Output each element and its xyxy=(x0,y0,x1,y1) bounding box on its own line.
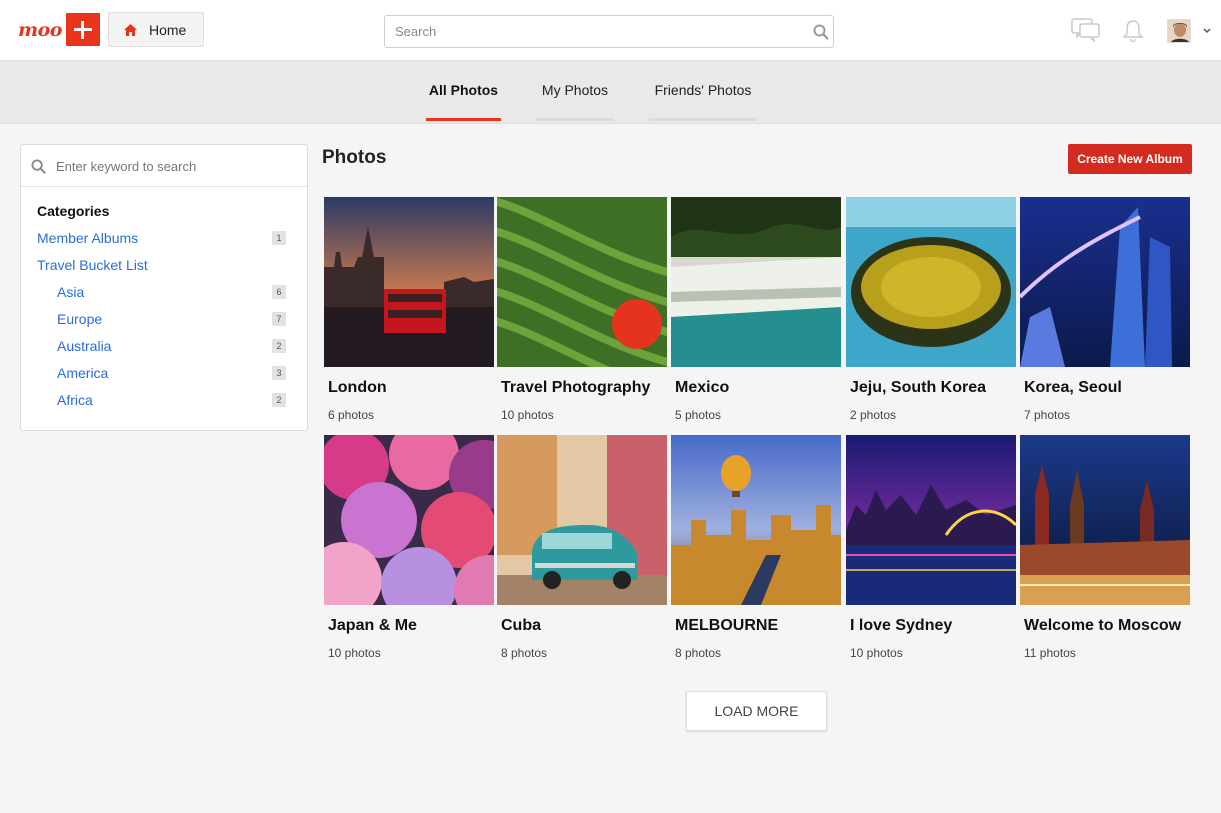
load-more-button[interactable]: LOAD MORE xyxy=(686,691,827,731)
category-member-albums[interactable]: Member Albums 1 xyxy=(37,228,286,248)
category-label: Africa xyxy=(57,392,93,408)
bell-icon[interactable] xyxy=(1122,19,1144,43)
album-title[interactable]: Welcome to Moscow xyxy=(1024,617,1181,635)
search-icon xyxy=(31,159,46,174)
album-card-korea-seoul[interactable]: Korea, Seoul 7 photos xyxy=(1020,197,1190,422)
album-card-japan[interactable]: Japan & Me 10 photos xyxy=(324,435,494,660)
album-photo-count: 10 photos xyxy=(501,408,554,422)
home-icon xyxy=(124,23,137,36)
album-thumbnail[interactable] xyxy=(846,197,1016,367)
category-america[interactable]: America 3 xyxy=(57,363,286,383)
album-thumbnail[interactable] xyxy=(497,435,667,605)
album-thumbnail[interactable] xyxy=(846,435,1016,605)
category-count-badge: 7 xyxy=(272,312,286,326)
categories-title: Categories xyxy=(37,203,110,219)
tab-bar: All Photos My Photos Friends' Photos xyxy=(0,61,1221,124)
tab-friends-photos[interactable]: Friends' Photos xyxy=(649,61,757,121)
search-icon[interactable] xyxy=(813,24,829,40)
tab-my-photos[interactable]: My Photos xyxy=(536,61,614,121)
home-label: Home xyxy=(149,21,187,38)
category-label: Travel Bucket List xyxy=(37,257,148,273)
album-card-travel-photography[interactable]: Travel Photography 10 photos xyxy=(497,197,667,422)
category-travel-bucket-list[interactable]: Travel Bucket List xyxy=(37,255,286,275)
album-title[interactable]: Japan & Me xyxy=(328,617,417,635)
site-logo[interactable]: moo xyxy=(18,13,100,46)
category-label: Member Albums xyxy=(37,230,139,246)
category-asia[interactable]: Asia 6 xyxy=(57,282,286,302)
page-title: Photos xyxy=(322,147,387,168)
logo-text: moo xyxy=(18,18,62,41)
album-photo-count: 11 photos xyxy=(1024,646,1076,660)
album-thumbnail[interactable] xyxy=(671,435,841,605)
album-photo-count: 10 photos xyxy=(328,646,381,660)
category-africa[interactable]: Africa 2 xyxy=(57,390,286,410)
album-photo-count: 7 photos xyxy=(1024,408,1071,422)
category-label: Asia xyxy=(57,284,85,300)
top-search-box xyxy=(384,15,834,48)
album-title[interactable]: I love Sydney xyxy=(850,617,952,635)
user-photo-icon xyxy=(1168,20,1190,42)
album-title[interactable]: London xyxy=(328,379,387,397)
album-card-sydney[interactable]: I love Sydney 10 photos xyxy=(846,435,1016,660)
album-thumbnail[interactable] xyxy=(324,435,494,605)
category-count-badge: 6 xyxy=(272,285,286,299)
album-photo-count: 10 photos xyxy=(850,646,903,660)
category-count-badge: 2 xyxy=(272,339,286,353)
album-card-cuba[interactable]: Cuba 8 photos xyxy=(497,435,667,660)
album-title[interactable]: Cuba xyxy=(501,617,541,635)
album-photo-count: 8 photos xyxy=(675,646,722,660)
album-card-mexico[interactable]: Mexico 5 photos xyxy=(671,197,841,422)
album-photo-count: 8 photos xyxy=(501,646,548,660)
album-card-moscow[interactable]: Welcome to Moscow 11 photos xyxy=(1020,435,1190,660)
album-title[interactable]: MELBOURNE xyxy=(675,617,778,635)
album-photo-count: 5 photos xyxy=(675,408,722,422)
album-thumbnail[interactable] xyxy=(1020,197,1190,367)
chevron-down-icon[interactable] xyxy=(1203,28,1211,34)
album-title[interactable]: Mexico xyxy=(675,379,729,397)
album-title[interactable]: Korea, Seoul xyxy=(1024,379,1122,397)
home-button[interactable]: Home xyxy=(108,12,204,47)
top-header: moo Home xyxy=(0,0,1221,61)
category-europe[interactable]: Europe 7 xyxy=(57,309,286,329)
category-label: Australia xyxy=(57,338,112,354)
album-thumbnail[interactable] xyxy=(497,197,667,367)
sidebar-search xyxy=(21,145,307,187)
album-card-melbourne[interactable]: MELBOURNE 8 photos xyxy=(671,435,841,660)
tab-all-photos[interactable]: All Photos xyxy=(426,61,501,121)
sidebar-search-input[interactable] xyxy=(56,155,296,177)
category-count-badge: 2 xyxy=(272,393,286,407)
album-photo-count: 2 photos xyxy=(850,408,897,422)
album-thumbnail[interactable] xyxy=(1020,435,1190,605)
category-label: America xyxy=(57,365,109,381)
album-photo-count: 6 photos xyxy=(328,408,375,422)
top-search-input[interactable] xyxy=(385,16,795,47)
category-australia[interactable]: Australia 2 xyxy=(57,336,286,356)
album-thumbnail[interactable] xyxy=(324,197,494,367)
category-count-badge: 1 xyxy=(272,231,286,245)
album-title[interactable]: Travel Photography xyxy=(501,379,650,397)
chat-icon[interactable] xyxy=(1071,18,1101,42)
sidebar: Categories Member Albums 1 Travel Bucket… xyxy=(20,144,308,431)
album-title[interactable]: Jeju, South Korea xyxy=(850,379,986,397)
album-card-london[interactable]: London 6 photos xyxy=(324,197,494,422)
user-avatar[interactable] xyxy=(1167,19,1191,43)
create-new-album-button[interactable]: Create New Album xyxy=(1068,144,1192,174)
plus-icon xyxy=(65,13,100,46)
category-label: Europe xyxy=(57,311,103,327)
album-thumbnail[interactable] xyxy=(671,197,841,367)
category-count-badge: 3 xyxy=(272,366,286,380)
album-card-jeju[interactable]: Jeju, South Korea 2 photos xyxy=(846,197,1016,422)
